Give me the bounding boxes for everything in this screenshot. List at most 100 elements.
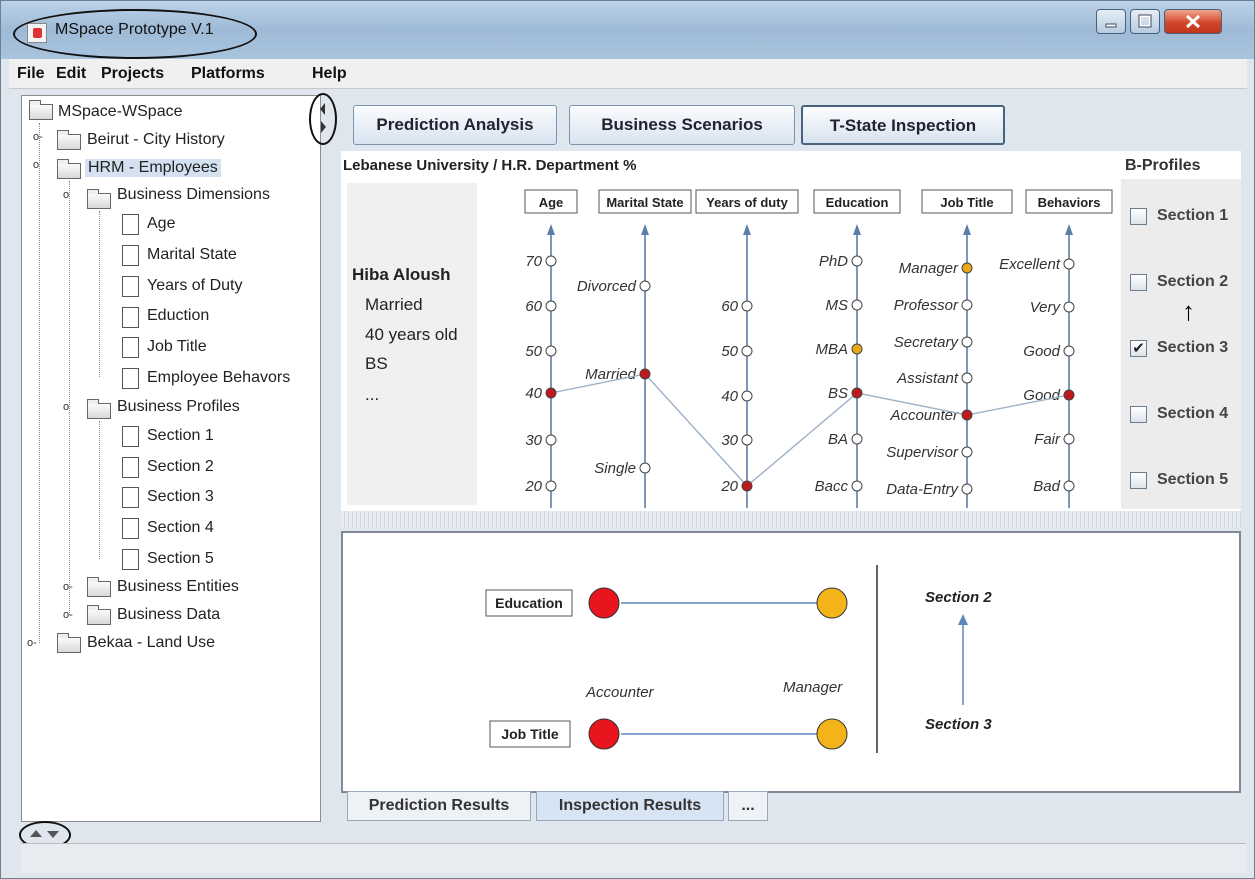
tick-point (961, 262, 973, 274)
tree-item-section-2[interactable]: Section 2 (147, 458, 214, 476)
tick-label: Manager (899, 260, 959, 277)
document-icon (122, 276, 139, 297)
person-marital: Married (365, 295, 423, 314)
row-label: Education (495, 595, 563, 611)
minimize-button[interactable] (1096, 9, 1126, 34)
from-state-label: Accounter (585, 684, 655, 701)
tree-project-hrm[interactable]: HRM - Employees (85, 159, 221, 177)
menu-platforms[interactable]: Platforms (191, 65, 265, 83)
vertical-split-bar[interactable] (341, 511, 1241, 527)
section-2-checkbox[interactable] (1130, 274, 1147, 291)
tree-item-years-of-duty[interactable]: Years of Duty (147, 277, 242, 295)
tick-label: Bad (1033, 478, 1060, 495)
tick-label: 20 (720, 478, 738, 495)
tree-root[interactable]: MSpace-WSpace (58, 103, 183, 121)
to-state-circle (816, 587, 848, 619)
tick-point (741, 480, 753, 492)
app-window: MSpace Prototype V.1 File Edit Projects … (0, 0, 1255, 879)
tree-item-section-3[interactable]: Section 3 (147, 488, 214, 506)
tree-business-entities[interactable]: Business Entities (117, 578, 239, 596)
tick-point (961, 336, 973, 348)
tab-more[interactable]: ... (728, 791, 768, 821)
tick-label: 60 (721, 298, 738, 315)
arrow-head-icon (958, 614, 968, 625)
menu-projects[interactable]: Projects (101, 65, 164, 83)
tick-point (961, 409, 973, 421)
collapse-handle-icon[interactable]: o (63, 189, 69, 201)
collapse-handle-icon[interactable]: o (33, 159, 39, 171)
tree-item-section-4[interactable]: Section 4 (147, 519, 214, 537)
minimize-icon (1105, 23, 1117, 28)
tree-project-bekaa[interactable]: Bekaa - Land Use (87, 634, 215, 652)
section-3-checkbox[interactable]: ✔ (1130, 340, 1147, 357)
tick-label: Supervisor (886, 444, 959, 461)
document-icon (122, 487, 139, 508)
title-highlight-oval (13, 9, 257, 59)
tab-business-scenarios[interactable]: Business Scenarios (569, 105, 795, 145)
folder-icon (87, 577, 111, 597)
tree-item-education[interactable]: Eduction (147, 307, 209, 325)
folder-icon (57, 159, 81, 179)
collapse-handle-icon[interactable]: o (63, 401, 69, 413)
maximize-button[interactable] (1130, 9, 1160, 34)
tick-point (741, 300, 753, 312)
tree-item-section-1[interactable]: Section 1 (147, 427, 214, 445)
department-title: Lebanese University / H.R. Department % (343, 157, 637, 174)
menu-edit[interactable]: Edit (56, 65, 86, 83)
tick-label: Accounter (889, 407, 959, 424)
section-4-checkbox[interactable] (1130, 406, 1147, 423)
tree-item-employee-behaviors[interactable]: Employee Behavors (147, 369, 290, 387)
tick-label: Single (594, 460, 636, 477)
tree-item-age[interactable]: Age (147, 215, 175, 233)
tab-prediction-analysis[interactable]: Prediction Analysis (353, 105, 557, 145)
tick-label: Secretary (894, 334, 960, 351)
axis-arrow-icon (743, 224, 751, 235)
tree-item-section-5[interactable]: Section 5 (147, 550, 214, 568)
tab-inspection-results[interactable]: Inspection Results (536, 791, 724, 821)
tick-label: 50 (721, 343, 738, 360)
tab-prediction-results[interactable]: Prediction Results (347, 791, 531, 821)
axis-name: Education (826, 195, 889, 210)
section-1-checkbox[interactable] (1130, 208, 1147, 225)
tree-business-profiles[interactable]: Business Profiles (117, 398, 240, 416)
tick-label: 40 (525, 385, 542, 402)
axis-name: Years of duty (706, 195, 788, 210)
axis-arrow-icon (963, 224, 971, 235)
tree-item-job-title[interactable]: Job Title (147, 338, 207, 356)
person-age: 40 years old (365, 325, 458, 344)
tick-point (741, 345, 753, 357)
section-1-label: Section 1 (1157, 207, 1229, 224)
expand-handle-icon[interactable]: o- (63, 581, 73, 593)
menu-help[interactable]: Help (312, 65, 347, 83)
tree-item-marital-state[interactable]: Marital State (147, 246, 237, 264)
tick-label: 40 (721, 388, 738, 405)
section-3-label: Section 3 (1157, 339, 1229, 356)
target-section-label: Section 2 (925, 589, 992, 606)
section-5-checkbox[interactable] (1130, 472, 1147, 489)
tick-label: Divorced (577, 278, 637, 295)
tick-point (851, 255, 863, 267)
expand-handle-icon[interactable]: o- (27, 637, 37, 649)
expand-handle-icon[interactable]: o- (63, 609, 73, 621)
tree-business-dimensions[interactable]: Business Dimensions (117, 186, 270, 204)
expand-handle-icon[interactable]: o- (33, 131, 43, 143)
tree-business-data[interactable]: Business Data (117, 606, 220, 624)
tab-t-state-inspection[interactable]: T-State Inspection (801, 105, 1005, 145)
tree-project-beirut[interactable]: Beirut - City History (87, 131, 225, 149)
axis-arrow-icon (853, 224, 861, 235)
row-label: Job Title (501, 726, 559, 742)
menu-bar: File Edit Projects Platforms Help (9, 59, 1247, 89)
tick-point (741, 390, 753, 402)
up-arrow-icon: ↑ (1182, 296, 1195, 326)
axis-name: Marital State (606, 195, 683, 210)
tick-label: Excellent (999, 256, 1061, 273)
axis-name: Behaviors (1038, 195, 1101, 210)
document-icon (122, 337, 139, 358)
tree-line (99, 421, 100, 559)
document-icon (122, 457, 139, 478)
axis-arrow-icon (1065, 224, 1073, 235)
menu-file[interactable]: File (17, 65, 45, 83)
folder-icon (57, 130, 81, 150)
close-button[interactable] (1164, 9, 1222, 34)
person-education: BS (365, 354, 388, 373)
